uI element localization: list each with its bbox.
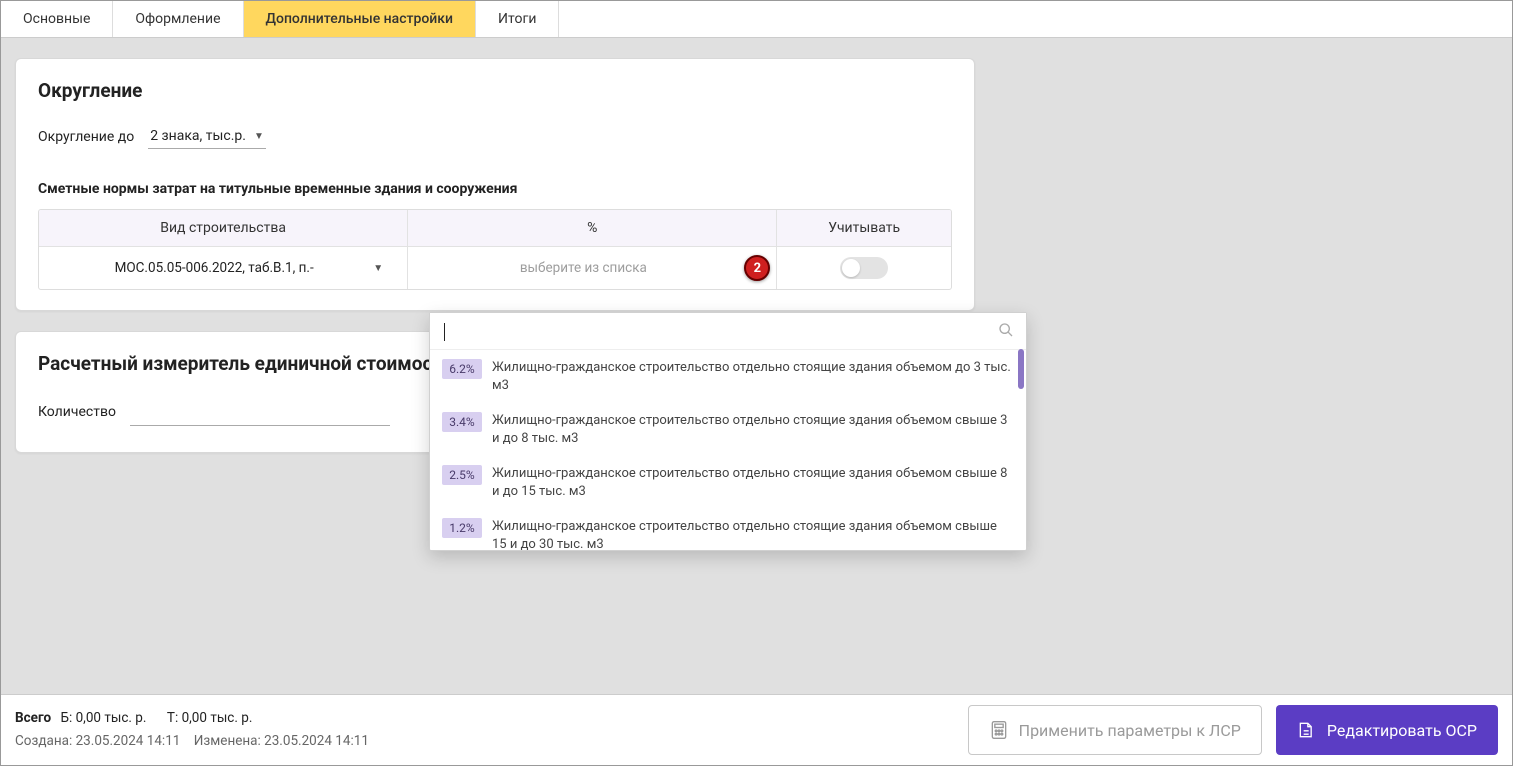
content-area: Округление Округление до 2 знака, тыс.р.… (1, 38, 1512, 694)
round-select[interactable]: 2 знака, тыс.р. ▼ (148, 124, 266, 149)
tab-totals[interactable]: Итоги (476, 1, 559, 37)
app-window: Основные Оформление Дополнительные настр… (0, 0, 1513, 766)
total-t: Т: 0,00 тыс. р. (167, 710, 253, 726)
option-desc: Жилищно-гражданское строительство отдель… (492, 359, 1014, 394)
round-value: 2 знака, тыс.р. (150, 128, 246, 144)
option-percent: 3.4% (442, 412, 482, 432)
apply-label: Применить параметры к ЛСР (1019, 721, 1241, 740)
norms-subtitle: Сметные нормы затрат на титульные времен… (38, 181, 952, 197)
callout-badge-2: 2 (744, 255, 770, 281)
apply-button[interactable]: Применить параметры к ЛСР (968, 705, 1262, 755)
dropdown-search-input[interactable] (430, 313, 1026, 350)
col-include: Учитывать (777, 210, 951, 246)
dropdown-option[interactable]: 2.5% Жилищно-гражданское строительство от… (430, 456, 1026, 509)
option-percent: 6.2% (442, 359, 482, 379)
grid-row: МОС.05.05-006.2022, таб.В.1, п.- ▼ выбер… (39, 247, 951, 289)
dropdown-search-wrap (430, 313, 1026, 350)
modified-at: Изменена: 23.05.2024 14:11 (194, 733, 369, 749)
percent-dropdown: 6.2% Жилищно-гражданское строительство от… (429, 312, 1027, 551)
include-toggle[interactable] (840, 257, 888, 279)
quantity-input[interactable] (130, 397, 390, 426)
tabs-bar: Основные Оформление Дополнительные настр… (1, 1, 1512, 38)
tab-main[interactable]: Основные (1, 1, 113, 37)
kind-value: МОС.05.05-006.2022, таб.В.1, п.- (63, 260, 365, 276)
edit-doc-icon (1297, 720, 1317, 740)
chevron-down-icon: ▼ (373, 263, 383, 274)
total-b: Б: 0,00 тыс. р. (60, 710, 146, 726)
dropdown-list[interactable]: 6.2% Жилищно-гражданское строительство от… (430, 350, 1026, 550)
col-percent: % (408, 210, 777, 246)
rounding-row: Округление до 2 знака, тыс.р. ▼ (38, 124, 952, 149)
dropdown-scrollbar[interactable] (1018, 349, 1024, 389)
footer-bar: Всего Б: 0,00 тыс. р. Т: 0,00 тыс. р. Со… (1, 694, 1512, 765)
tab-design[interactable]: Оформление (113, 1, 243, 37)
option-desc: Жилищно-гражданское строительство отдель… (492, 518, 1014, 550)
text-cursor (444, 323, 445, 341)
edit-label: Редактировать ОСР (1327, 721, 1477, 740)
option-percent: 1.2% (442, 518, 482, 538)
created-at: Создана: 23.05.2024 14:11 (15, 733, 180, 749)
footer-actions: Применить параметры к ЛСР Редактировать … (968, 705, 1498, 755)
percent-select[interactable]: выберите из списка ▼ (416, 260, 768, 276)
search-icon (998, 322, 1014, 342)
dropdown-option[interactable]: 1.2% Жилищно-гражданское строительство от… (430, 509, 1026, 550)
kind-select[interactable]: МОС.05.05-006.2022, таб.В.1, п.- ▼ (47, 260, 399, 276)
footer-info: Всего Б: 0,00 тыс. р. Т: 0,00 тыс. р. Со… (15, 707, 369, 753)
round-label: Округление до (38, 129, 134, 145)
quantity-label: Количество (38, 404, 116, 420)
option-desc: Жилищно-гражданское строительство отдель… (492, 412, 1014, 447)
dropdown-option[interactable]: 6.2% Жилищно-гражданское строительство от… (430, 350, 1026, 403)
option-desc: Жилищно-гражданское строительство отдель… (492, 465, 1014, 500)
total-label: Всего (15, 710, 51, 726)
edit-button[interactable]: Редактировать ОСР (1276, 705, 1498, 755)
dropdown-option[interactable]: 3.4% Жилищно-гражданское строительство от… (430, 403, 1026, 456)
calculator-icon (989, 720, 1009, 740)
percent-placeholder: выберите из списка (432, 260, 734, 276)
chevron-down-icon: ▼ (254, 131, 264, 142)
norms-grid: Вид строительства % Учитывать МОС.05.05-… (38, 209, 952, 290)
col-kind: Вид строительства (39, 210, 408, 246)
rounding-title: Округление (38, 79, 952, 102)
grid-header: Вид строительства % Учитывать (39, 210, 951, 247)
card-rounding: Округление Округление до 2 знака, тыс.р.… (15, 58, 975, 311)
option-percent: 2.5% (442, 465, 482, 485)
tab-extra[interactable]: Дополнительные настройки (244, 1, 477, 37)
